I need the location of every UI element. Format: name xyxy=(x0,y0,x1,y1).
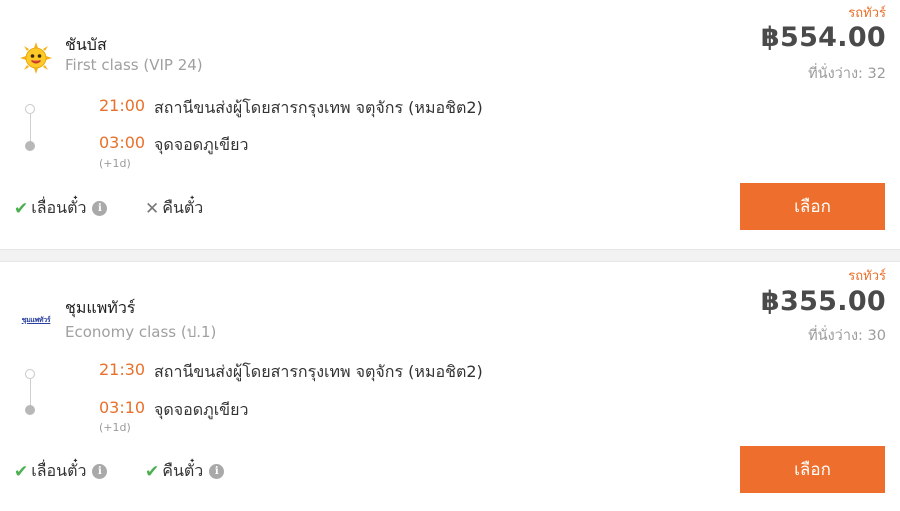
info-icon[interactable]: i xyxy=(209,464,225,479)
timeline-line xyxy=(29,379,31,406)
departure-dot xyxy=(25,369,35,379)
departure-dot xyxy=(25,104,35,114)
arrival-dot xyxy=(25,141,35,151)
operator-name: ชันบัส xyxy=(65,35,107,54)
select-button[interactable]: เลือก xyxy=(740,446,885,493)
select-button[interactable]: เลือก xyxy=(740,183,885,230)
refund-label: คืนตั๋ว xyxy=(162,461,204,480)
arrival-time: 03:00 xyxy=(99,133,146,152)
refund-label: คืนตั๋ว xyxy=(162,198,204,217)
bus-class: Economy class (ป.1) xyxy=(65,323,217,341)
timeline-line xyxy=(29,114,31,142)
card-divider xyxy=(0,249,900,262)
check-icon: ✔ xyxy=(14,198,29,219)
next-day-indicator: (+1d) xyxy=(99,157,131,170)
logo-text: ชุมแพทัวร์ xyxy=(21,315,51,324)
info-icon[interactable]: i xyxy=(92,201,108,216)
bus-type-tag: รถทัวร์ xyxy=(848,269,886,284)
check-icon: ✔ xyxy=(145,461,160,482)
seats-available: ที่นั่งว่าง: 32 xyxy=(808,66,886,82)
seats-available: ที่นั่งว่าง: 30 xyxy=(808,328,886,344)
arrival-station: จุดจอดภูเขียว xyxy=(154,400,249,419)
bus-type-tag: รถทัวร์ xyxy=(848,6,886,21)
trip-card: รถทัวร์ ฿554.00 ที่นั่งว่าง: 32 ชันบัส F… xyxy=(0,0,900,249)
info-icon[interactable]: i xyxy=(92,464,108,479)
operator-name: ชุมแพทัวร์ xyxy=(65,298,136,317)
arrival-time: 03:10 xyxy=(99,398,146,417)
departure-time: 21:00 xyxy=(99,96,146,115)
refund-policy: ✔ คืนตั๋ว i xyxy=(145,459,225,484)
reschedule-policy: ✔ เลื่อนตั๋ว i xyxy=(14,459,108,484)
refund-policy: ✕ คืนตั๋ว xyxy=(145,196,203,221)
sun-mascot-icon xyxy=(19,41,53,75)
check-icon: ✔ xyxy=(14,461,29,482)
reschedule-label: เลื่อนตั๋ว xyxy=(31,461,87,480)
departure-time: 21:30 xyxy=(99,360,146,379)
arrival-station: จุดจอดภูเขียว xyxy=(154,135,249,154)
chumphae-tour-logo: ชุมแพทัวร์ xyxy=(19,303,53,337)
trip-card: รถทัวร์ ฿355.00 ที่นั่งว่าง: 30 ชุมแพทัว… xyxy=(0,262,900,511)
reschedule-policy: ✔ เลื่อนตั๋ว i xyxy=(14,196,108,221)
price: ฿355.00 xyxy=(760,286,886,317)
departure-station: สถานีขนส่งผู้โดยสารกรุงเทพ จตุจักร (หมอช… xyxy=(154,362,483,381)
reschedule-label: เลื่อนตั๋ว xyxy=(31,198,87,217)
price: ฿554.00 xyxy=(760,22,886,53)
cross-icon: ✕ xyxy=(145,198,160,219)
departure-station: สถานีขนส่งผู้โดยสารกรุงเทพ จตุจักร (หมอช… xyxy=(154,98,483,117)
bus-class: First class (VIP 24) xyxy=(65,56,203,74)
arrival-dot xyxy=(25,405,35,415)
next-day-indicator: (+1d) xyxy=(99,421,131,434)
